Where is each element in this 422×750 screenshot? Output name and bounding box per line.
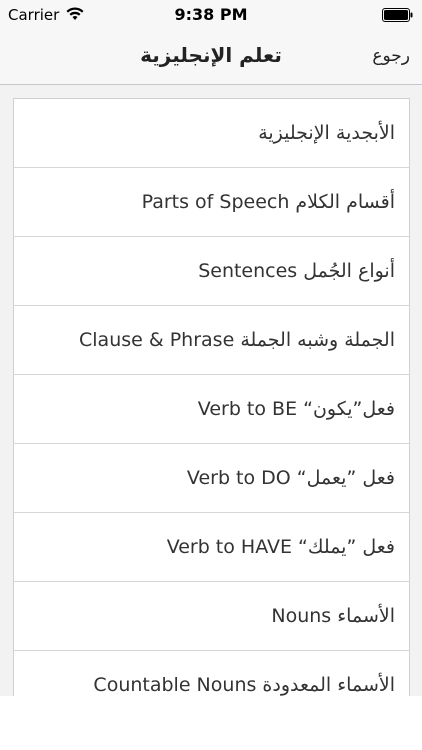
list-item[interactable]: Verb to BE “فعل”يكون — [14, 375, 409, 444]
list-item-label: Sentences أنواع الجُمل — [198, 260, 395, 282]
back-button[interactable]: رجوع — [372, 46, 410, 66]
list-item-label: Nouns الأسماء — [271, 605, 395, 627]
bottom-area — [0, 696, 422, 750]
list-item[interactable]: Parts of Speech أقسام الكلام — [14, 168, 409, 237]
list-item[interactable]: Verb to DO “فعل ”يعمل — [14, 444, 409, 513]
list-item-label: الأبجدية الإنجليزية — [258, 122, 395, 144]
status-time: 9:38 PM — [174, 5, 248, 24]
list-item[interactable]: Nouns الأسماء — [14, 582, 409, 651]
battery-icon — [382, 8, 413, 22]
list-item-label: Verb to HAVE “فعل ”يملك — [166, 536, 395, 558]
list-item-label: Verb to DO “فعل ”يعمل — [186, 467, 395, 489]
navigation-bar: تعلم الإنجليزية رجوع — [0, 28, 422, 85]
list-item[interactable]: Sentences أنواع الجُمل — [14, 237, 409, 306]
list-item[interactable]: الأبجدية الإنجليزية — [14, 99, 409, 168]
list-item[interactable]: Clause & Phrase الجملة وشبه الجملة — [14, 306, 409, 375]
list-item-label: Parts of Speech أقسام الكلام — [141, 191, 395, 213]
list-item[interactable]: Verb to HAVE “فعل ”يملك — [14, 513, 409, 582]
list-item[interactable]: Countable Nouns الأسماء المعدودة — [14, 651, 409, 696]
page-title: تعلم الإنجليزية — [140, 43, 282, 67]
status-bar: Carrier 9:38 PM — [0, 0, 422, 28]
lesson-list: الأبجدية الإنجليزية Parts of Speech أقسا… — [13, 98, 410, 696]
list-item-label: Verb to BE “فعل”يكون — [197, 398, 395, 420]
lesson-list-container[interactable]: الأبجدية الإنجليزية Parts of Speech أقسا… — [0, 85, 422, 696]
list-item-label: Clause & Phrase الجملة وشبه الجملة — [79, 329, 395, 351]
list-item-label: Countable Nouns الأسماء المعدودة — [93, 674, 395, 696]
